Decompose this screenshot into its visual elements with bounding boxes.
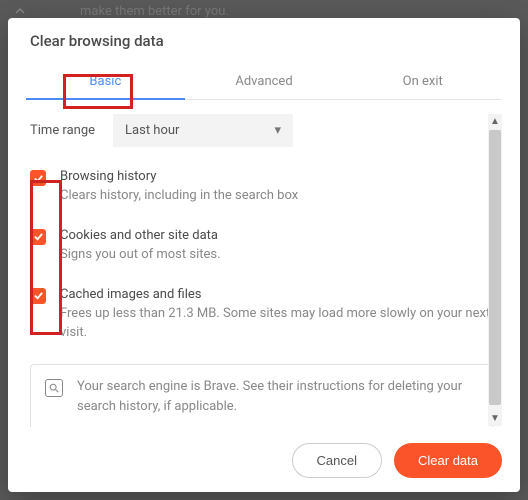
chevron-down-icon: ▾	[275, 123, 282, 138]
clear-browsing-data-dialog: Clear browsing data Basic Advanced On ex…	[8, 18, 520, 492]
dialog-title: Clear browsing data	[30, 32, 502, 50]
info-box: Your search engine is Brave. See their i…	[30, 364, 494, 427]
background-text: make them better for you.	[80, 4, 229, 19]
dialog-content: Time range Last hour ▾ Browsing history …	[26, 114, 502, 427]
tabs-bar: Basic Advanced On exit	[26, 64, 502, 100]
item-desc: Signs you out of most sites.	[60, 246, 494, 265]
list-item: Cookies and other site data Signs you ou…	[30, 228, 494, 265]
checkbox-browsing-history[interactable]	[30, 170, 46, 186]
time-range-label: Time range	[30, 123, 95, 138]
item-desc: Clears history, including in the search …	[60, 187, 494, 206]
scroll-thumb[interactable]	[489, 130, 501, 405]
search-icon	[45, 379, 63, 397]
scrollbar[interactable]: ▲ ▼	[488, 114, 502, 426]
tab-basic[interactable]: Basic	[26, 64, 185, 99]
time-range-value: Last hour	[125, 123, 179, 138]
cancel-button[interactable]: Cancel	[292, 443, 382, 478]
time-range-row: Time range Last hour ▾	[30, 114, 494, 147]
item-title: Browsing history	[60, 169, 494, 184]
tab-advanced[interactable]: Advanced	[185, 64, 344, 99]
item-title: Cookies and other site data	[60, 228, 494, 243]
list-item: Browsing history Clears history, includi…	[30, 169, 494, 206]
scroll-down-icon[interactable]: ▼	[490, 411, 500, 426]
dialog-footer: Cancel Clear data	[26, 427, 502, 478]
item-title: Cached images and files	[60, 287, 494, 302]
checkbox-cookies[interactable]	[30, 229, 46, 245]
item-desc: Frees up less than 21.3 MB. Some sites m…	[60, 305, 494, 343]
tab-on-exit[interactable]: On exit	[343, 64, 502, 99]
checkbox-cached[interactable]	[30, 288, 46, 304]
time-range-select[interactable]: Last hour ▾	[113, 114, 293, 147]
list-item: Cached images and files Frees up less th…	[30, 287, 494, 343]
info-text: Your search engine is Brave. See their i…	[77, 377, 479, 416]
clear-data-button[interactable]: Clear data	[394, 443, 502, 478]
scroll-up-icon[interactable]: ▲	[490, 114, 500, 129]
